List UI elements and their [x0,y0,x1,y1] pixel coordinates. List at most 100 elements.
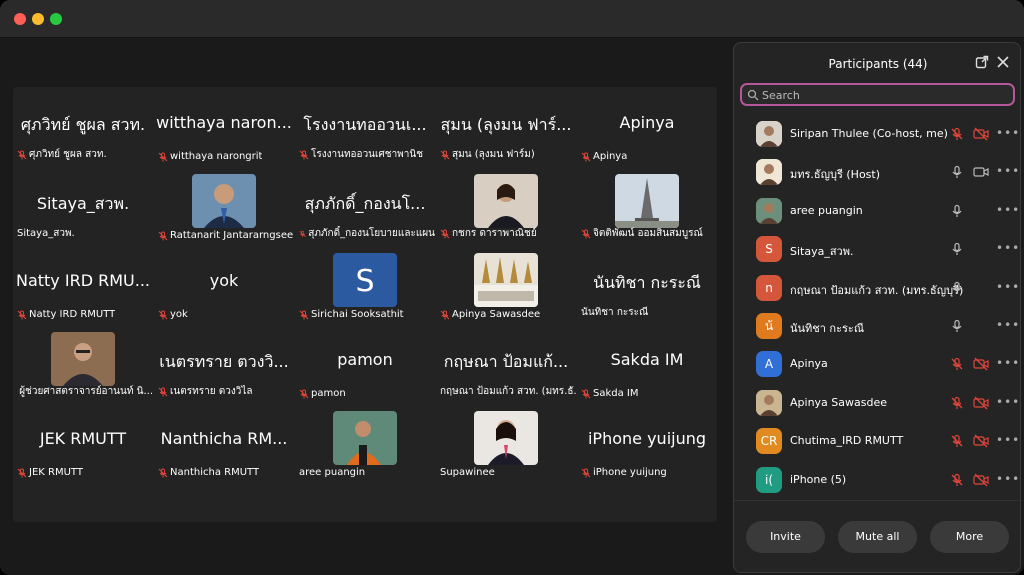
mic-icon[interactable] [950,204,964,218]
tile-name-text: Sakda IM [593,388,639,399]
participant-name: Siripan Thulee (Co-host, me) [790,127,948,140]
more-options-icon[interactable]: ••• [996,473,1020,485]
more-button[interactable]: More [930,521,1009,553]
participant-row[interactable]: CR Chutima_IRD RMUTT ••• [734,422,1022,460]
more-options-icon[interactable]: ••• [996,396,1020,408]
tile-name-label: สุภภักดิ์_กองนโยบายและแผน [299,226,435,241]
more-options-icon[interactable]: ••• [996,242,1020,254]
participant-row[interactable]: A Apinya ••• [734,345,1022,383]
mic-muted-icon [440,229,450,238]
mic-muted-icon[interactable] [950,127,964,141]
mic-muted-icon [158,310,168,319]
popout-icon[interactable] [975,55,989,69]
participant-name: Chutima_IRD RMUTT [790,434,904,448]
more-options-icon[interactable]: ••• [996,357,1020,369]
tile-name-text: Apinya Sawasdee [452,309,541,320]
video-tile[interactable]: โรงงานทออวนเ... โรงงานทออวนเศชาพานิช [295,87,435,166]
mic-muted-icon[interactable] [950,396,964,410]
tile-name-label: Supawinee [440,467,495,478]
mic-icon[interactable] [950,165,964,179]
video-tile[interactable]: Apinya Apinya [577,87,717,166]
video-tile[interactable]: iPhone yuijung iPhone yuijung [577,403,717,482]
participant-row[interactable]: S Sitaya_สวพ. ••• [734,230,1022,268]
participant-row[interactable]: aree puangin ••• [734,192,1022,230]
participant-row[interactable]: Apinya Sawasdee ••• [734,384,1022,422]
more-options-icon[interactable]: ••• [996,319,1020,331]
video-tile[interactable]: Natty IRD RMU... Natty IRD RMUTT [13,245,153,324]
video-tile[interactable]: ศุภวิทย์ ชูผล สวท. ศุภวิทย์ ชูผล สวท. [13,87,153,166]
close-window-button[interactable] [14,13,26,25]
more-options-icon[interactable]: ••• [996,127,1020,139]
video-tile[interactable]: S Sirichai Sooksathit [295,245,435,324]
video-tile[interactable]: สุภภักดิ์_กองนโ... สุภภักดิ์_กองนโยบายแล… [295,166,435,245]
video-tile[interactable]: Apinya Sawasdee [436,245,576,324]
video-tile[interactable]: Sitaya_สวพ. Sitaya_สวพ. [13,166,153,245]
more-options-icon[interactable]: ••• [996,165,1020,177]
camera-icon[interactable] [973,165,989,179]
participant-row[interactable]: i(iPhone (5) ••• [734,461,1022,499]
mic-icon[interactable] [950,242,964,256]
video-tile[interactable]: witthaya naron... witthaya narongrit [154,87,294,166]
video-tile[interactable]: JEK RMUTT JEK RMUTT [13,403,153,482]
video-tile[interactable]: pamon pamon [295,324,435,403]
mute-all-button[interactable]: Mute all [838,521,917,553]
panel-divider [734,500,1022,501]
video-tile[interactable]: Sakda IM Sakda IM [577,324,717,403]
camera-off-icon[interactable] [973,127,989,141]
mic-muted-icon[interactable] [950,473,964,487]
search-box[interactable] [740,83,1015,106]
mic-icon[interactable] [950,281,964,295]
mic-muted-icon [158,152,168,161]
video-tile[interactable]: เนตรทราย ตวงวิ... เนตรทราย ตวงวิไล [154,324,294,403]
tile-display-name: Nanthicha RM... [160,429,288,448]
camera-off-icon[interactable] [973,473,989,487]
tile-name-label: ผู้ช่วยศาสตราจารย์อานนท์ นิ... [17,384,153,399]
avatar [756,159,782,186]
camera-off-icon[interactable] [973,357,989,371]
video-tile[interactable]: Nanthicha RM... Nanthicha RMUTT [154,403,294,482]
tile-name-text: ผู้ช่วยศาสตราจารย์อานนท์ นิ... [19,386,153,397]
camera-off-icon[interactable] [973,434,989,448]
video-thumbnail [615,174,679,228]
video-tile[interactable]: กชกร ดาราพาณิชย์ [436,166,576,245]
participant-row[interactable]: Siripan Thulee (Co-host, me) ••• [734,115,1022,153]
more-options-icon[interactable]: ••• [996,204,1020,216]
mic-muted-icon[interactable] [950,357,964,371]
minimize-window-button[interactable] [32,13,44,25]
participant-name: Sitaya_สวพ. [790,245,854,259]
maximize-window-button[interactable] [50,13,62,25]
tile-name-text: pamon [311,388,346,399]
mic-muted-icon[interactable] [950,434,964,448]
video-tile[interactable]: aree puangin [295,403,435,482]
tile-display-name: กฤษณา ป้อมแก้... [443,352,569,371]
close-icon[interactable] [996,55,1010,69]
tile-name-text: Nanthicha RMUTT [170,467,260,478]
video-tile[interactable]: Supawinee [436,403,576,482]
video-tile[interactable]: สุมน (ลุงมน ฟาร์... สุมน (ลุงมน ฟาร์ม) [436,87,576,166]
tile-name-label: โรงงานทออวนเศชาพานิช [299,147,423,162]
tile-name-label: สุมน (ลุงมน ฟาร์ม) [440,147,535,162]
participant-row[interactable]: น้ นันทิชา กะระณี ••• [734,307,1022,345]
participant-row[interactable]: n กฤษณา ป้อมแก้ว สวท. (มทร.ธัญบุรี) ••• [734,269,1022,307]
mic-muted-icon [581,468,591,477]
video-tile[interactable]: yok yok [154,245,294,324]
more-options-icon[interactable]: ••• [996,434,1020,446]
participant-name: นันทิชา กะระณี [790,322,865,335]
video-tile[interactable]: Rattanarit Jantararngsee [154,166,294,245]
search-input[interactable] [762,87,1002,103]
video-tile[interactable]: ผู้ช่วยศาสตราจารย์อานนท์ นิ... [13,324,153,403]
invite-button[interactable]: Invite [746,521,825,553]
mic-icon[interactable] [950,319,964,333]
video-tile[interactable]: กฤษณา ป้อมแก้... กฤษณา ป้อมแก้ว สวท. (มทร… [436,324,576,403]
svg-text:S: S [355,264,374,299]
video-tile[interactable]: นันทิชา กะระณี นันทิชา กะระณี [577,245,717,324]
mic-muted-icon [17,310,27,319]
participant-row[interactable]: มทร.ธัญบุรี (Host) ••• [734,153,1022,191]
tile-name-label: เนตรทราย ตวงวิไล [158,384,253,399]
camera-off-icon[interactable] [973,396,989,410]
more-options-icon[interactable]: ••• [996,281,1020,293]
tile-name-text: Sitaya_สวพ. [17,228,75,239]
tile-name-label: Sakda IM [581,388,639,399]
video-tile[interactable]: จิตติพัฒน์ ออมสินสมบูรณ์ [577,166,717,245]
mic-muted-icon [158,468,168,477]
